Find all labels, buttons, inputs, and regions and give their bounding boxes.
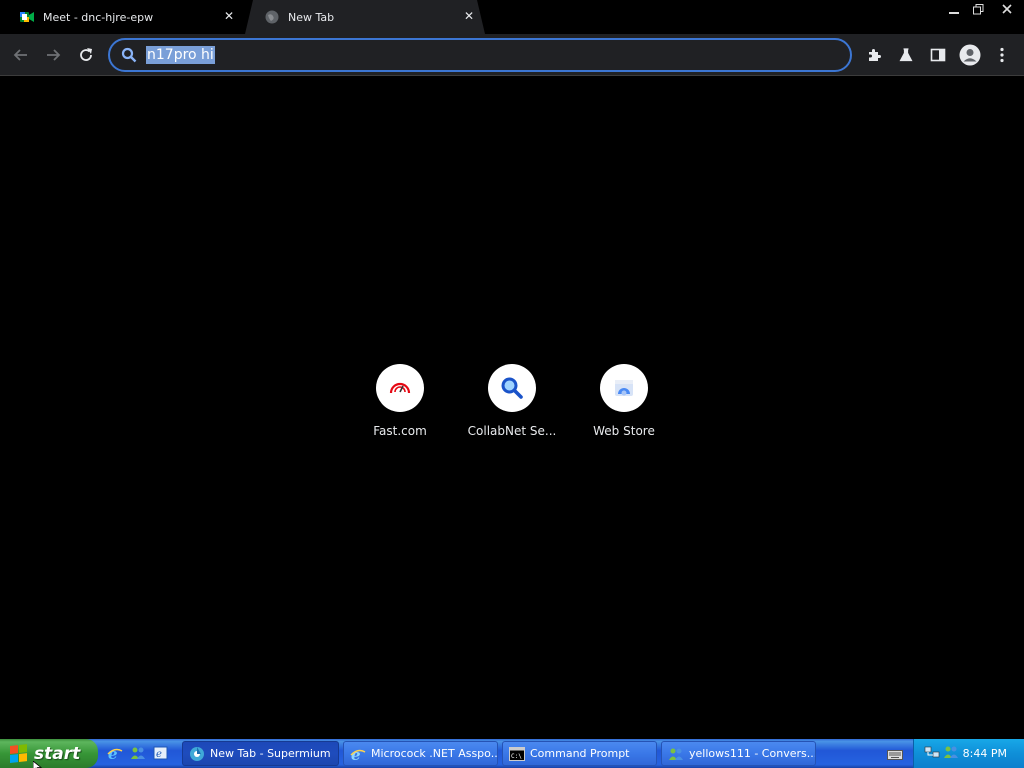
shortcut-label: Fast.com	[373, 424, 427, 438]
taskbar-button-supermium[interactable]: New Tab - Supermium	[182, 741, 339, 766]
more-menu-icon[interactable]	[989, 42, 1015, 68]
profile-avatar-icon[interactable]	[957, 42, 983, 68]
taskbar-button-label: Microcock .NET Asspo...	[371, 747, 498, 760]
tab-meet[interactable]: Meet - dnc-hjre-epw ✕	[0, 0, 245, 34]
messenger-quicklaunch-icon[interactable]	[129, 744, 147, 762]
shortcut-web-store[interactable]: Web Store	[568, 364, 680, 454]
tray-icons	[924, 744, 959, 764]
tab-strip: Meet - dnc-hjre-epw ✕ New Tab ✕	[0, 0, 1024, 34]
quick-launch: e e	[106, 744, 170, 762]
start-button[interactable]: start	[0, 739, 98, 768]
supermium-icon	[189, 746, 205, 762]
window-controls	[942, 0, 1024, 18]
taskbar-button-cmd[interactable]: C:\ Command Prompt	[502, 741, 657, 766]
close-icon[interactable]: ✕	[223, 10, 235, 22]
close-icon[interactable]: ✕	[463, 10, 475, 22]
mouse-cursor-icon	[32, 757, 43, 768]
web-store-icon	[600, 364, 648, 412]
svg-text:e: e	[156, 749, 162, 760]
labs-flask-icon[interactable]	[893, 42, 919, 68]
shortcut-label: Web Store	[593, 424, 655, 438]
system-tray: 8:44 PM	[913, 739, 1024, 768]
tab-new-tab[interactable]: New Tab ✕	[245, 0, 485, 34]
shortcut-fast-com[interactable]: Fast.com	[344, 364, 456, 454]
minimize-icon[interactable]	[942, 0, 966, 18]
taskbar-button-label: Command Prompt	[530, 747, 630, 760]
ie-icon: e	[350, 746, 366, 762]
taskbar-button-label: New Tab - Supermium	[210, 747, 331, 760]
speedometer-icon	[376, 364, 424, 412]
network-icon[interactable]	[924, 744, 940, 764]
taskbar-button-ie[interactable]: e Microcock .NET Asspo...	[343, 741, 498, 766]
desktop-screen: Meet - dnc-hjre-epw ✕ New Tab ✕ n17pro h…	[0, 0, 1024, 768]
shortcut-label: CollabNet Se...	[467, 424, 557, 438]
window-close-icon[interactable]	[990, 0, 1024, 18]
taskbar-button-messenger[interactable]: yellows111 - Convers...	[661, 741, 816, 766]
restore-icon[interactable]	[966, 0, 990, 18]
back-arrow-icon[interactable]	[8, 42, 34, 68]
windows-flag-icon	[10, 743, 28, 764]
forward-arrow-icon[interactable]	[40, 42, 66, 68]
globe-icon	[265, 10, 279, 24]
address-input-text[interactable]: n17pro hi	[146, 46, 215, 64]
tab-title: Meet - dnc-hjre-epw	[43, 10, 154, 24]
cmd-icon: C:\	[509, 746, 525, 762]
search-icon	[120, 46, 138, 64]
google-meet-icon	[20, 10, 34, 24]
outlook-express-icon[interactable]: e	[152, 744, 170, 762]
shortcut-collabnet[interactable]: CollabNet Se...	[456, 364, 568, 454]
tab-title: New Tab	[288, 10, 335, 24]
reload-icon[interactable]	[73, 42, 99, 68]
windows-taskbar: start e e New Tab - Supermium e Micrococ…	[0, 739, 1024, 768]
extensions-puzzle-icon[interactable]	[861, 42, 887, 68]
new-tab-page: Fast.com CollabNet Se... Web Store	[0, 77, 1024, 739]
ie-icon[interactable]: e	[106, 744, 124, 762]
svg-text:C:\: C:\	[511, 753, 522, 760]
address-bar[interactable]: n17pro hi	[108, 38, 852, 72]
browser-toolbar: n17pro hi	[0, 34, 1024, 76]
messenger-icon	[668, 746, 684, 762]
taskbar-clock: 8:44 PM	[962, 747, 1007, 760]
keyboard-icon[interactable]	[887, 746, 903, 760]
side-panel-icon[interactable]	[925, 42, 951, 68]
magnifier-icon	[488, 364, 536, 412]
messenger-tray-icon[interactable]	[943, 744, 959, 764]
taskbar-button-label: yellows111 - Convers...	[689, 747, 816, 760]
